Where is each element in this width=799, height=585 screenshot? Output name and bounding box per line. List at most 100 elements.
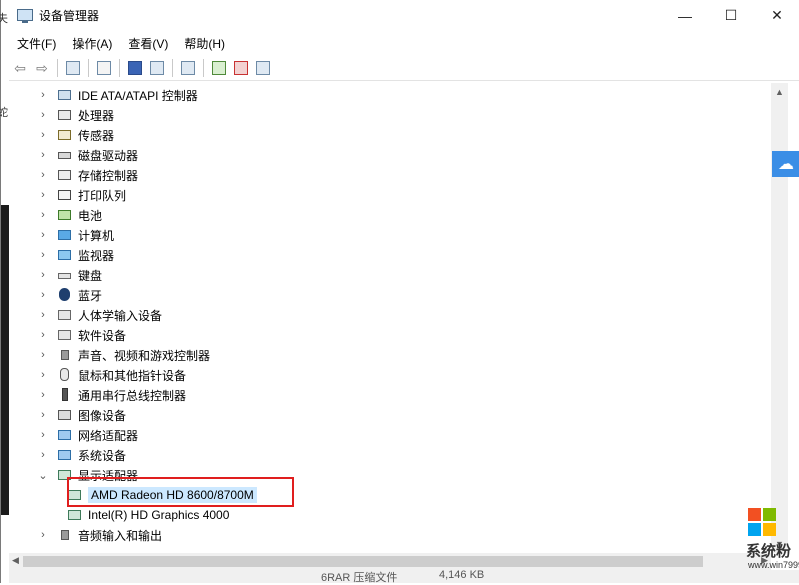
update-driver-icon — [212, 60, 226, 75]
chevron-right-icon[interactable]: › — [37, 89, 49, 101]
tree-category[interactable]: › 监视器 — [9, 245, 114, 265]
chevron-right-icon[interactable]: › — [37, 449, 49, 461]
chevron-right-icon[interactable]: › — [37, 289, 49, 301]
chevron-right-icon[interactable]: › — [37, 309, 49, 321]
device-manager-icon — [17, 8, 33, 24]
chevron-right-icon[interactable]: › — [37, 409, 49, 421]
hid-icon — [57, 308, 73, 322]
system-device-icon — [57, 448, 73, 462]
audio-io-icon — [57, 528, 73, 542]
chevron-right-icon[interactable]: › — [37, 169, 49, 181]
menu-file[interactable]: 文件(F) — [9, 35, 64, 52]
chevron-right-icon[interactable]: › — [37, 229, 49, 241]
chevron-right-icon[interactable]: › — [37, 389, 49, 401]
properties-icon — [97, 60, 111, 75]
forward-button[interactable]: ⇨ — [32, 58, 52, 78]
network-adapter-icon — [57, 428, 73, 442]
chevron-right-icon[interactable]: › — [37, 249, 49, 261]
chevron-right-icon[interactable]: › — [37, 209, 49, 221]
action-pane-button[interactable] — [147, 58, 167, 78]
tree-category[interactable]: › IDE ATA/ATAPI 控制器 — [9, 85, 198, 105]
tree-category[interactable]: › 打印队列 — [9, 185, 126, 205]
device-tree: › IDE ATA/ATAPI 控制器 › 处理器 › 传感器 › 磁盘驱动器 › 存储控… — [9, 83, 771, 553]
monitor-icon — [57, 248, 73, 262]
chevron-right-icon[interactable]: › — [37, 529, 49, 541]
software-device-icon — [57, 328, 73, 342]
chevron-right-icon[interactable]: › — [37, 109, 49, 121]
properties-button[interactable] — [94, 58, 114, 78]
menu-help[interactable]: 帮助(H) — [176, 35, 233, 52]
chevron-right-icon[interactable]: › — [37, 329, 49, 341]
close-button[interactable]: ✕ — [754, 0, 799, 31]
disk-drive-icon — [57, 148, 73, 162]
help-button[interactable] — [125, 58, 145, 78]
desktop-text: 夫 — [0, 13, 8, 25]
tree-category[interactable]: › 磁盘驱动器 — [9, 145, 138, 165]
desktop-dark-area — [1, 205, 9, 515]
chevron-right-icon[interactable]: › — [37, 269, 49, 281]
chevron-right-icon[interactable]: › — [37, 349, 49, 361]
desktop-edge: 夫 蛇 — [0, 0, 9, 583]
sound-icon — [57, 348, 73, 362]
tree-category[interactable]: › 键盘 — [9, 265, 102, 285]
disable-device-icon — [256, 60, 270, 75]
chevron-right-icon[interactable]: › — [37, 129, 49, 141]
tree-category[interactable]: › 传感器 — [9, 125, 114, 145]
help-icon — [128, 60, 142, 75]
bluetooth-icon — [57, 288, 73, 302]
menu-view[interactable]: 查看(V) — [120, 35, 176, 52]
tree-category[interactable]: › 系统设备 — [9, 445, 126, 465]
mouse-icon — [57, 368, 73, 382]
cloud-sync-icon[interactable]: ☁ — [772, 151, 799, 177]
scan-hardware-button[interactable] — [178, 58, 198, 78]
windows-logo-icon — [748, 508, 776, 536]
printer-icon — [57, 188, 73, 202]
chevron-right-icon[interactable]: › — [37, 429, 49, 441]
tree-category[interactable]: › 音频输入和输出 — [9, 525, 162, 545]
tree-category[interactable]: › 网络适配器 — [9, 425, 138, 445]
scan-hardware-icon — [181, 60, 195, 75]
horizontal-scrollbar[interactable]: ◀ ▶ — [9, 553, 771, 570]
menu-bar: 文件(F) 操作(A) 查看(V) 帮助(H) — [9, 33, 233, 53]
title-bar[interactable]: 设备管理器 — ☐ ✕ — [9, 0, 799, 31]
tree-category[interactable]: › 存储控制器 — [9, 165, 138, 185]
back-button[interactable]: ⇦ — [10, 58, 30, 78]
chevron-right-icon[interactable]: › — [37, 149, 49, 161]
window-title: 设备管理器 — [39, 9, 100, 23]
tree-category[interactable]: › 蓝牙 — [9, 285, 102, 305]
tree-category[interactable]: › 通用串行总线控制器 — [9, 385, 186, 405]
update-driver-button[interactable] — [209, 58, 229, 78]
tree-category[interactable]: › 软件设备 — [9, 325, 126, 345]
show-hide-console-tree-button[interactable] — [63, 58, 83, 78]
tree-category[interactable]: › 人体学输入设备 — [9, 305, 162, 325]
tree-device[interactable]: Intel(R) HD Graphics 4000 — [9, 505, 229, 525]
chevron-right-icon[interactable]: › — [37, 369, 49, 381]
scroll-up-icon[interactable]: ▲ — [775, 87, 784, 97]
chevron-right-icon[interactable]: › — [37, 189, 49, 201]
watermark: 系统粉 www.win7999.com — [746, 508, 799, 583]
tree-category[interactable]: › 声音、视频和游戏控制器 — [9, 345, 210, 365]
scrollbar-thumb[interactable] — [23, 556, 703, 567]
tree-category[interactable]: › 计算机 — [9, 225, 114, 245]
highlight-annotation — [67, 477, 294, 507]
processor-icon — [57, 108, 73, 122]
scroll-left-icon[interactable]: ◀ — [12, 555, 19, 566]
battery-icon — [57, 208, 73, 222]
uninstall-device-button[interactable] — [231, 58, 251, 78]
tree-category[interactable]: › 图像设备 — [9, 405, 126, 425]
usb-icon — [57, 388, 73, 402]
keyboard-icon — [57, 268, 73, 282]
toolbar: ⇦ ⇨ — [9, 55, 799, 81]
chevron-down-icon[interactable]: ⌄ — [37, 469, 49, 482]
maximize-button[interactable]: ☐ — [708, 0, 754, 31]
minimize-button[interactable]: — — [662, 0, 708, 31]
tree-category[interactable]: › 处理器 — [9, 105, 114, 125]
tree-category[interactable]: › 电池 — [9, 205, 102, 225]
console-tree-icon — [66, 60, 80, 75]
arrow-right-icon: ⇨ — [36, 59, 48, 76]
tree-category[interactable]: › 鼠标和其他指针设备 — [9, 365, 186, 385]
action-pane-icon — [150, 60, 164, 75]
menu-action[interactable]: 操作(A) — [64, 35, 120, 52]
disable-device-button[interactable] — [253, 58, 273, 78]
sensor-icon — [57, 128, 73, 142]
